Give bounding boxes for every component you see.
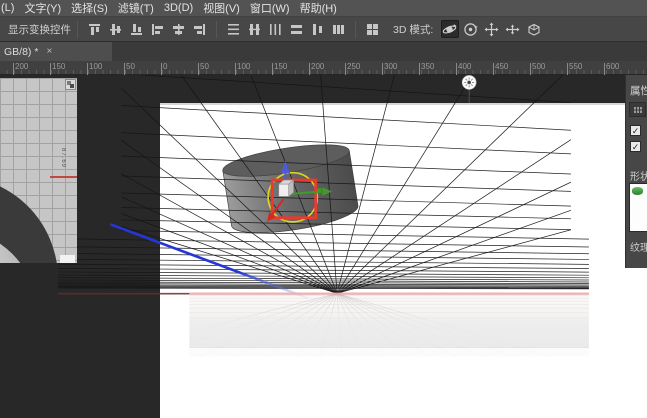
shape-preset-label: 形状: [630, 168, 647, 183]
3d-mode-label: 3D 模式:: [393, 22, 433, 37]
measurement-line: [50, 176, 77, 178]
gizmo-center-cube[interactable]: [279, 180, 294, 196]
secondary-3d-view[interactable]: 87.69: [0, 78, 77, 263]
menu-item-2[interactable]: 选择(S): [66, 0, 113, 16]
distribute-vcenter-icon[interactable]: [246, 20, 264, 38]
distribute-icon-group: [223, 20, 349, 38]
ruler-tick: 200: [15, 62, 28, 71]
menu-item-4[interactable]: 3D(D): [159, 2, 198, 14]
ruler-tick: 150: [274, 62, 287, 71]
document-tab-title: GB/8) *: [4, 46, 38, 58]
3d-mode-icon-group: [439, 20, 544, 38]
align-left-icon[interactable]: [149, 20, 167, 38]
ruler-tick: 550: [569, 62, 582, 71]
separator: [216, 21, 217, 38]
shape-preset-swatch[interactable]: [629, 183, 647, 232]
orbit-3d-mode-icon[interactable]: [441, 20, 459, 38]
properties-panel: 属性 ✓ ✓ 形状 纹理: [625, 75, 647, 268]
menu-item-3[interactable]: 滤镜(T): [113, 0, 159, 16]
align-right-icon[interactable]: [191, 20, 209, 38]
ruler-tick: 250: [347, 62, 360, 71]
auto-align-icon[interactable]: [364, 20, 382, 38]
scale-3d-mode-icon[interactable]: [525, 20, 543, 38]
secondary-view-corner: [60, 255, 75, 263]
ruler-tick: 450: [495, 62, 508, 71]
mesh-icon[interactable]: [629, 102, 646, 117]
ruler-tick: 100: [89, 62, 102, 71]
checkbox-1[interactable]: ✓: [630, 125, 641, 136]
slide-3d-mode-icon[interactable]: [504, 20, 522, 38]
align-bottom-icon[interactable]: [128, 20, 146, 38]
ruler-tick: 100: [237, 62, 250, 71]
ruler-tick: 50: [126, 62, 135, 71]
distribute-hcenter-icon[interactable]: [309, 20, 327, 38]
distribute-bottom-icon[interactable]: [267, 20, 285, 38]
close-icon[interactable]: ×: [46, 46, 52, 57]
ruler-tick: 600: [606, 62, 619, 71]
align-hcenter-icon[interactable]: [170, 20, 188, 38]
align-icon-group: [84, 20, 210, 38]
tool-options-bar: 显示变换控件 3D 模式:: [0, 17, 647, 42]
ruler-tick: 200: [311, 62, 324, 71]
menu-bar: (L)文字(Y)选择(S)滤镜(T)3D(D)视图(V)窗口(W)帮助(H): [0, 0, 647, 17]
horizon-fade: [189, 295, 589, 348]
document-tab[interactable]: GB/8) * ×: [0, 42, 112, 61]
distribute-top-icon[interactable]: [225, 20, 243, 38]
align-top-icon[interactable]: [86, 20, 104, 38]
swap-view-icon[interactable]: [65, 79, 76, 90]
menu-item-1[interactable]: 文字(Y): [19, 0, 66, 16]
menu-item-6[interactable]: 窗口(W): [245, 0, 295, 16]
ruler-tick: 500: [532, 62, 545, 71]
3d-light-widget[interactable]: [462, 75, 476, 102]
pan-3d-mode-icon[interactable]: [483, 20, 501, 38]
document-tab-bar: GB/8) * ×: [0, 42, 647, 61]
separator: [77, 21, 78, 38]
properties-panel-title: 属性: [630, 83, 647, 98]
3d-scene: [0, 75, 647, 418]
menu-item-7[interactable]: 帮助(H): [295, 0, 342, 16]
horizontal-ruler: 2001501005005010015020025030035040045050…: [0, 61, 647, 75]
measurement-label: 87.69: [60, 148, 66, 168]
distribute-right-icon[interactable]: [330, 20, 348, 38]
align-vcenter-icon[interactable]: [107, 20, 125, 38]
ruler-tick: 300: [384, 62, 397, 71]
menu-item-0[interactable]: (L): [0, 2, 19, 14]
ruler-tick: 50: [200, 62, 209, 71]
ruler-tick: 400: [458, 62, 471, 71]
ruler-tick: 0: [163, 62, 167, 71]
checkbox-2[interactable]: ✓: [630, 141, 641, 152]
roll-3d-mode-icon[interactable]: [462, 20, 480, 38]
show-transform-controls-label[interactable]: 显示变换控件: [8, 22, 71, 37]
photoshop-window: (L)文字(Y)选择(S)滤镜(T)3D(D)视图(V)窗口(W)帮助(H) 显…: [0, 0, 647, 418]
canvas-workspace: 87.69 属性 ✓ ✓ 形状 纹理: [0, 75, 647, 418]
menu-item-5[interactable]: 视图(V): [198, 0, 245, 16]
separator: [355, 21, 356, 38]
ruler-tick: 350: [421, 62, 434, 71]
ruler-tick: 150: [52, 62, 65, 71]
canvas-bottom-strip: [189, 347, 589, 356]
distribute-left-icon[interactable]: [288, 20, 306, 38]
texture-label: 纹理: [630, 239, 647, 254]
cylinder-preset-icon: [632, 187, 643, 195]
